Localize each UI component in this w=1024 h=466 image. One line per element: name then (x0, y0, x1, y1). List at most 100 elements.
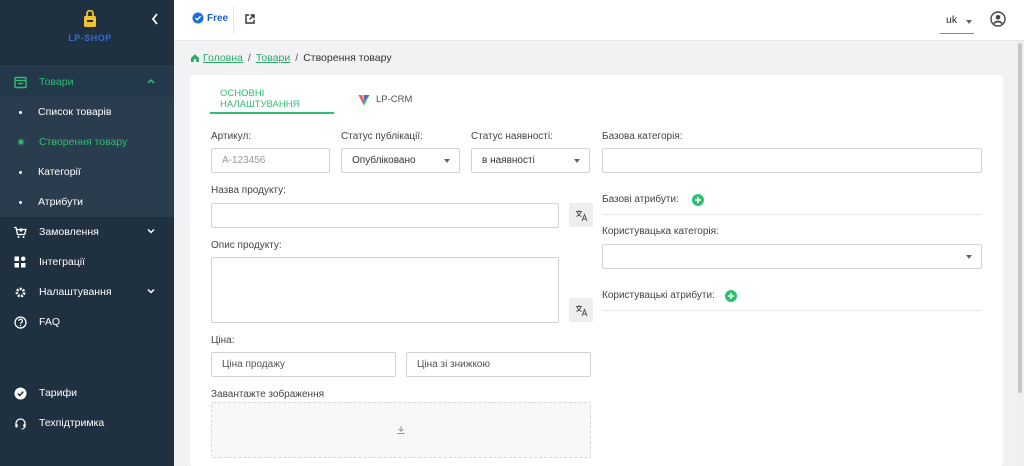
home-icon (191, 54, 199, 62)
upload-image-label: Завантажте зображення (211, 389, 325, 400)
sidebar-item-label: Товари (39, 76, 74, 88)
breadcrumb-goods-link[interactable]: Товари (256, 52, 290, 64)
plan-badge[interactable]: Free (192, 12, 228, 24)
sku-label: Артикул: (211, 131, 252, 142)
discount-price-input[interactable]: Ціна зі знижкою (406, 352, 591, 377)
sku-input[interactable]: A-123456 (211, 148, 330, 173)
sidebar-item-faq[interactable]: FAQ (0, 307, 174, 337)
price-label: Ціна: (211, 335, 235, 346)
publication-status-select[interactable]: Опубліковано (341, 148, 460, 173)
sidebar-item-support[interactable]: Техпідтримка (0, 408, 174, 438)
apps-icon (13, 255, 27, 269)
user-category-select[interactable] (602, 244, 982, 269)
sidebar-item-settings[interactable]: Налаштування (0, 277, 174, 307)
base-attributes-divider (602, 214, 982, 215)
product-description-textarea[interactable] (211, 257, 559, 323)
form-tabs: ОСНОВНІ НАЛАШТУВАННЯ LP-CRM (210, 85, 422, 114)
caret-down-icon (966, 255, 972, 259)
chevron-down-icon (147, 288, 155, 294)
sidebar-subitem-attributes[interactable]: Атрибути (0, 187, 174, 217)
stock-status-select[interactable]: в наявності (471, 148, 590, 173)
topbar: Free uk (174, 0, 1024, 41)
language-select[interactable]: uk (940, 8, 974, 34)
sidebar-item-label: Замовлення (39, 226, 99, 238)
breadcrumb: Головна / Товари / Створення товару (190, 52, 392, 64)
breadcrumb-home-link[interactable]: Головна (203, 52, 243, 64)
translate-name-button[interactable] (569, 203, 593, 227)
translate-icon (575, 209, 587, 221)
add-base-attribute-button[interactable] (692, 194, 704, 206)
open-external-icon[interactable] (244, 13, 256, 25)
product-name-input[interactable] (211, 203, 559, 228)
page-scrollbar[interactable] (1016, 41, 1024, 466)
sidebar-subitem-categories[interactable]: Категорії (0, 157, 174, 187)
account-icon[interactable] (990, 11, 1006, 27)
translate-icon (575, 304, 587, 316)
cart-icon (13, 225, 27, 239)
caret-down-icon (966, 20, 972, 24)
plus-icon (695, 197, 701, 203)
sidebar-subitem-product-list[interactable]: Список товарів (0, 97, 174, 127)
breadcrumb-current: Створення товару (303, 52, 392, 64)
sidebar-item-goods[interactable]: Товари (0, 67, 174, 97)
product-form-card: ОСНОВНІ НАЛАШТУВАННЯ LP-CRM Артикул: A-1… (190, 75, 1003, 466)
stock-status-label: Статус наявності: (471, 131, 553, 142)
user-attributes-label: Користувацькі атрибути: (602, 290, 715, 301)
base-attributes-label: Базові атрибути: (602, 194, 679, 205)
help-icon (13, 315, 27, 329)
breadcrumb-separator: / (247, 52, 251, 64)
tab-label: ОСНОВНІ НАЛАШТУВАННЯ (220, 87, 300, 110)
sale-price-input[interactable]: Ціна продажу (211, 352, 396, 377)
plus-icon (728, 293, 734, 299)
sidebar-subitem-label: Атрибути (38, 196, 83, 208)
sidebar: LP-SHOP Товари Список товарів Створення … (0, 0, 174, 466)
download-icon (397, 426, 405, 434)
tab-main-settings[interactable]: ОСНОВНІ НАЛАШТУВАННЯ (210, 85, 334, 114)
caret-down-icon (444, 159, 450, 163)
sidebar-subitem-label: Категорії (38, 166, 81, 178)
caret-down-icon (574, 159, 580, 163)
tab-label: LP-CRM (376, 94, 413, 105)
tab-lp-crm[interactable]: LP-CRM (348, 85, 422, 114)
base-category-input[interactable] (602, 148, 982, 173)
badge-check-icon (13, 386, 27, 400)
add-user-attribute-button[interactable] (725, 290, 737, 302)
chevron-down-icon (147, 228, 155, 234)
bullet-icon (19, 170, 22, 174)
sidebar-item-tariffs[interactable]: Тарифи (0, 378, 174, 408)
gear-icon (13, 285, 27, 299)
brand-name: LP-SHOP (68, 33, 112, 43)
user-attributes-divider (602, 310, 982, 311)
plan-label: Free (207, 12, 229, 24)
sidebar-item-label: FAQ (39, 316, 61, 328)
product-name-label: Назва продукту: (211, 185, 286, 196)
bullet-icon (19, 110, 22, 114)
sku-placeholder: A-123456 (222, 155, 266, 166)
topbar-divider (233, 6, 234, 34)
bullet-icon (19, 140, 23, 144)
image-upload-dropzone[interactable] (211, 402, 591, 458)
sidebar-item-integrations[interactable]: Інтеграції (0, 247, 174, 277)
sidebar-item-label: Техпідтримка (39, 417, 105, 429)
sidebar-subitem-label: Список товарів (38, 106, 112, 118)
sale-price-placeholder: Ціна продажу (222, 359, 285, 370)
discount-price-placeholder: Ціна зі знижкою (417, 359, 490, 370)
sidebar-subitem-label: Створення товару (39, 136, 128, 148)
sidebar-nav: Товари Список товарів Створення товару К… (0, 67, 174, 337)
translate-description-button[interactable] (569, 298, 593, 322)
sidebar-subitem-create-product[interactable]: Створення товару (0, 127, 174, 157)
breadcrumb-separator: / (295, 52, 299, 64)
lp-crm-logo-icon (358, 94, 370, 105)
shop-bag-icon (84, 9, 96, 27)
stock-status-value: в наявності (482, 155, 535, 166)
sidebar-nav-bottom: Тарифи Техпідтримка (0, 378, 174, 438)
sidebar-item-orders[interactable]: Замовлення (0, 217, 174, 247)
collapse-sidebar-icon[interactable] (150, 12, 160, 26)
verified-badge-icon (192, 12, 204, 24)
brand-logo[interactable]: LP-SHOP (40, 9, 140, 50)
catalog-icon (13, 75, 27, 89)
publication-status-value: Опубліковано (352, 155, 416, 166)
scrollbar-thumb[interactable] (1018, 43, 1022, 393)
product-description-label: Опис продукту: (211, 240, 282, 251)
user-category-label: Користувацька категорія: (602, 226, 719, 237)
